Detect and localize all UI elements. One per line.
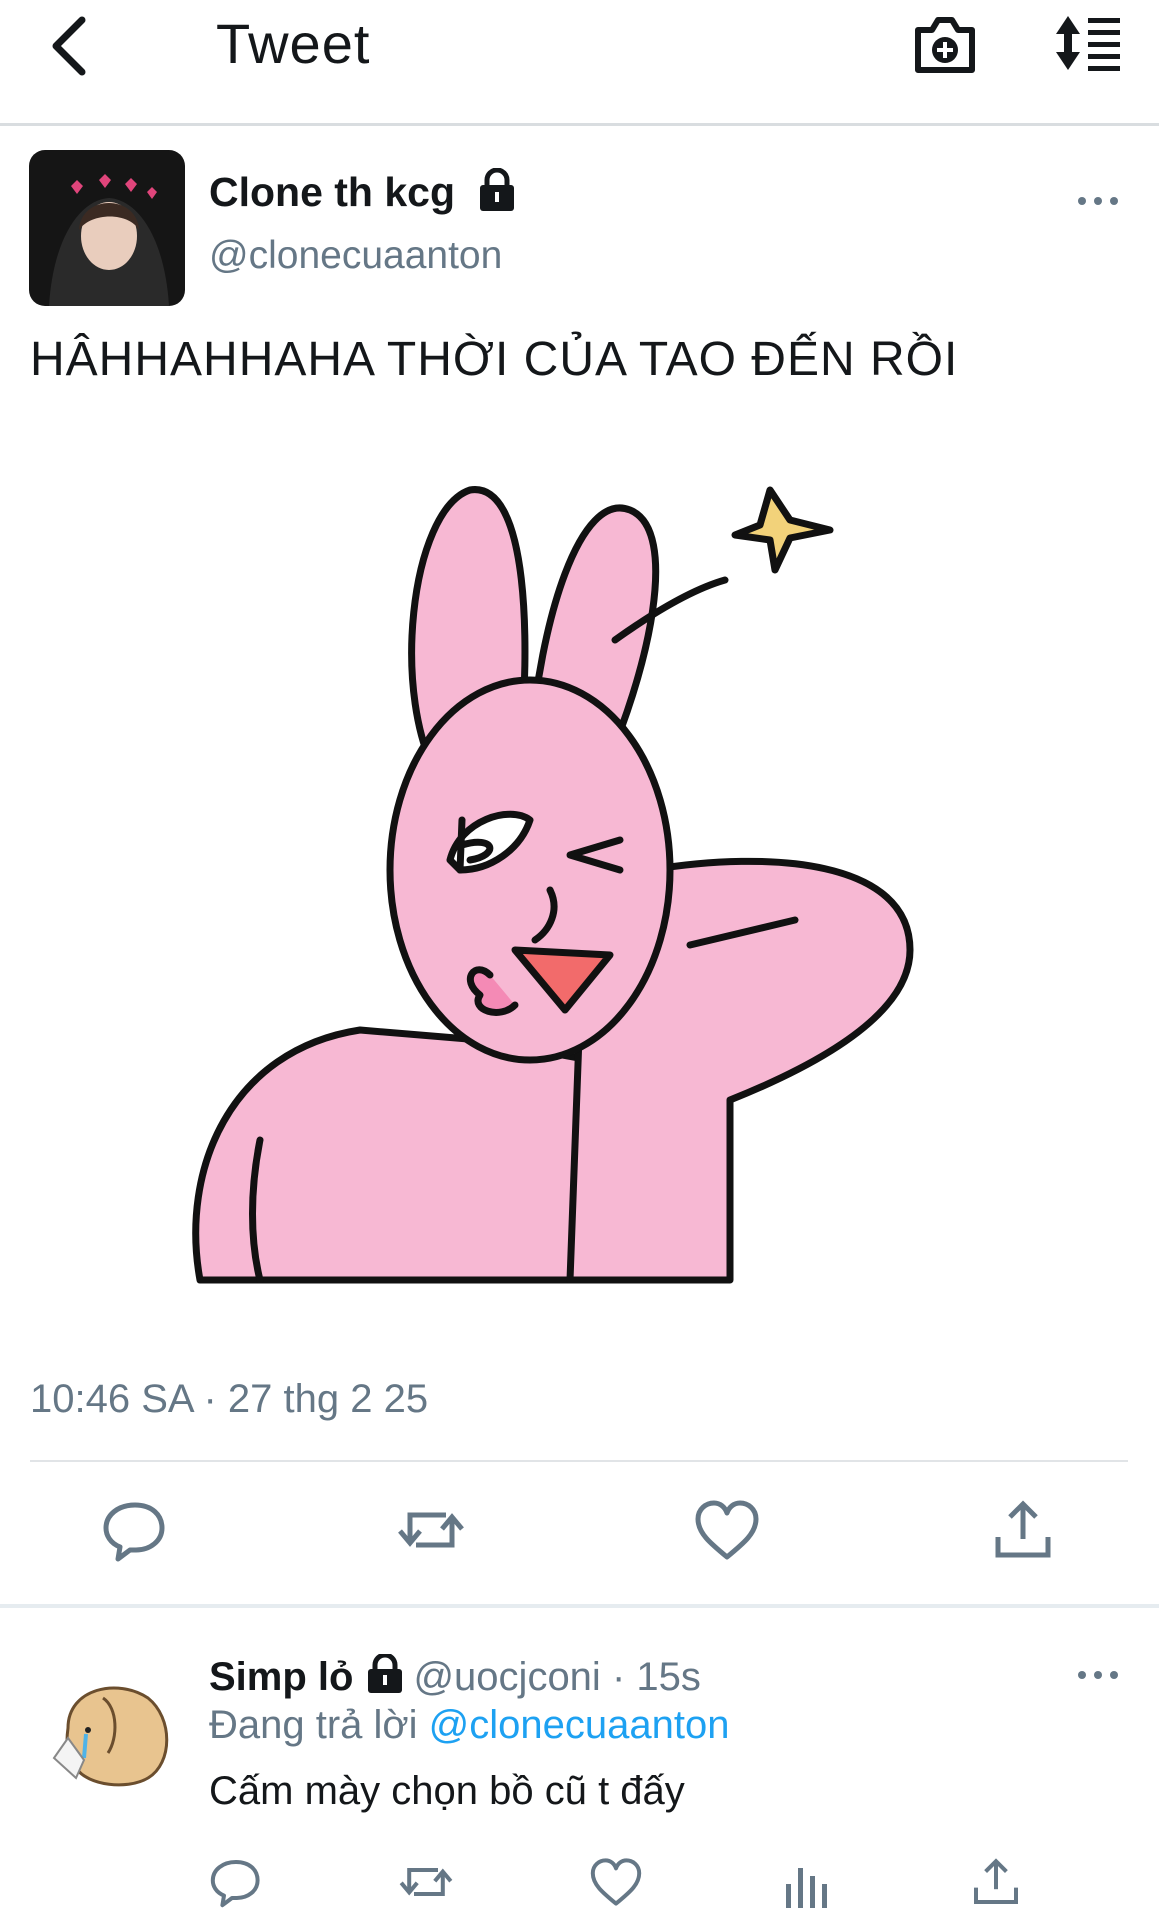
more-horizontal-icon	[1078, 197, 1118, 205]
reply-icon	[103, 1502, 165, 1562]
retweet-button[interactable]	[396, 1495, 466, 1565]
divider	[30, 1460, 1128, 1462]
reply-author-handle[interactable]: @uocjconi	[413, 1655, 600, 1699]
pink-bunny-sticker	[192, 486, 914, 1284]
replying-prefix: Đang trả lời	[209, 1703, 418, 1747]
reply-like-button[interactable]	[588, 1854, 644, 1910]
share-icon	[974, 1858, 1018, 1904]
section-divider	[0, 1604, 1159, 1608]
reply-more-button[interactable]	[1076, 1660, 1120, 1690]
reply-text: Cấm mày chọn bồ cũ t đấy	[209, 1769, 685, 1813]
tweet-timestamp: 10:46 SA · 27 thg 2 25	[30, 1377, 429, 1421]
reply-icon	[210, 1860, 260, 1908]
camera-button[interactable]	[912, 8, 978, 78]
author-avatar[interactable]	[29, 150, 185, 306]
author-handle[interactable]: @clonecuaanton	[209, 232, 502, 280]
share-icon	[995, 1500, 1051, 1558]
like-icon	[590, 1858, 642, 1906]
share-button[interactable]	[988, 1495, 1058, 1565]
camera-plus-icon	[915, 17, 975, 73]
lock-icon	[365, 1654, 405, 1694]
separator-dot: ·	[611, 1655, 626, 1699]
retweet-icon	[398, 1512, 464, 1548]
top-nav-bar	[0, 0, 1159, 126]
like-button[interactable]	[692, 1495, 762, 1565]
sort-timeline-icon	[1056, 16, 1120, 71]
reply-header: Simp lỏ @uocjconi · 15s	[209, 1652, 701, 1702]
tweet-more-button[interactable]	[1076, 186, 1120, 216]
reply-time: 15s	[636, 1655, 701, 1699]
retweet-icon	[399, 1868, 453, 1896]
reply-analytics-button[interactable]	[778, 1854, 834, 1910]
replying-to: Đang trả lời @clonecuaanton	[209, 1700, 730, 1750]
mention-link[interactable]: @clonecuaanton	[429, 1703, 730, 1747]
lock-icon	[477, 168, 517, 212]
reply-reply-button[interactable]	[208, 1854, 264, 1910]
reply-button[interactable]	[100, 1495, 170, 1565]
more-horizontal-icon	[1078, 1671, 1118, 1679]
chevron-left-icon	[52, 16, 86, 76]
reply-author-display-name[interactable]: Simp lỏ	[209, 1655, 353, 1699]
back-button[interactable]	[40, 10, 100, 80]
reply-retweet-button[interactable]	[398, 1854, 454, 1910]
analytics-icon	[786, 1868, 827, 1908]
tweet-media-image[interactable]	[150, 450, 1000, 1300]
tweet-text: HÂHHAHHAHA THỜI CỦA TAO ĐẾN RỒI	[30, 333, 959, 386]
like-icon	[695, 1500, 759, 1560]
reply-author-avatar[interactable]	[48, 1668, 176, 1796]
sort-button[interactable]	[1050, 10, 1124, 76]
reply-share-button[interactable]	[968, 1854, 1024, 1910]
author-display-name[interactable]: Clone th kcg	[209, 168, 455, 216]
page-title: Tweet	[216, 12, 371, 75]
